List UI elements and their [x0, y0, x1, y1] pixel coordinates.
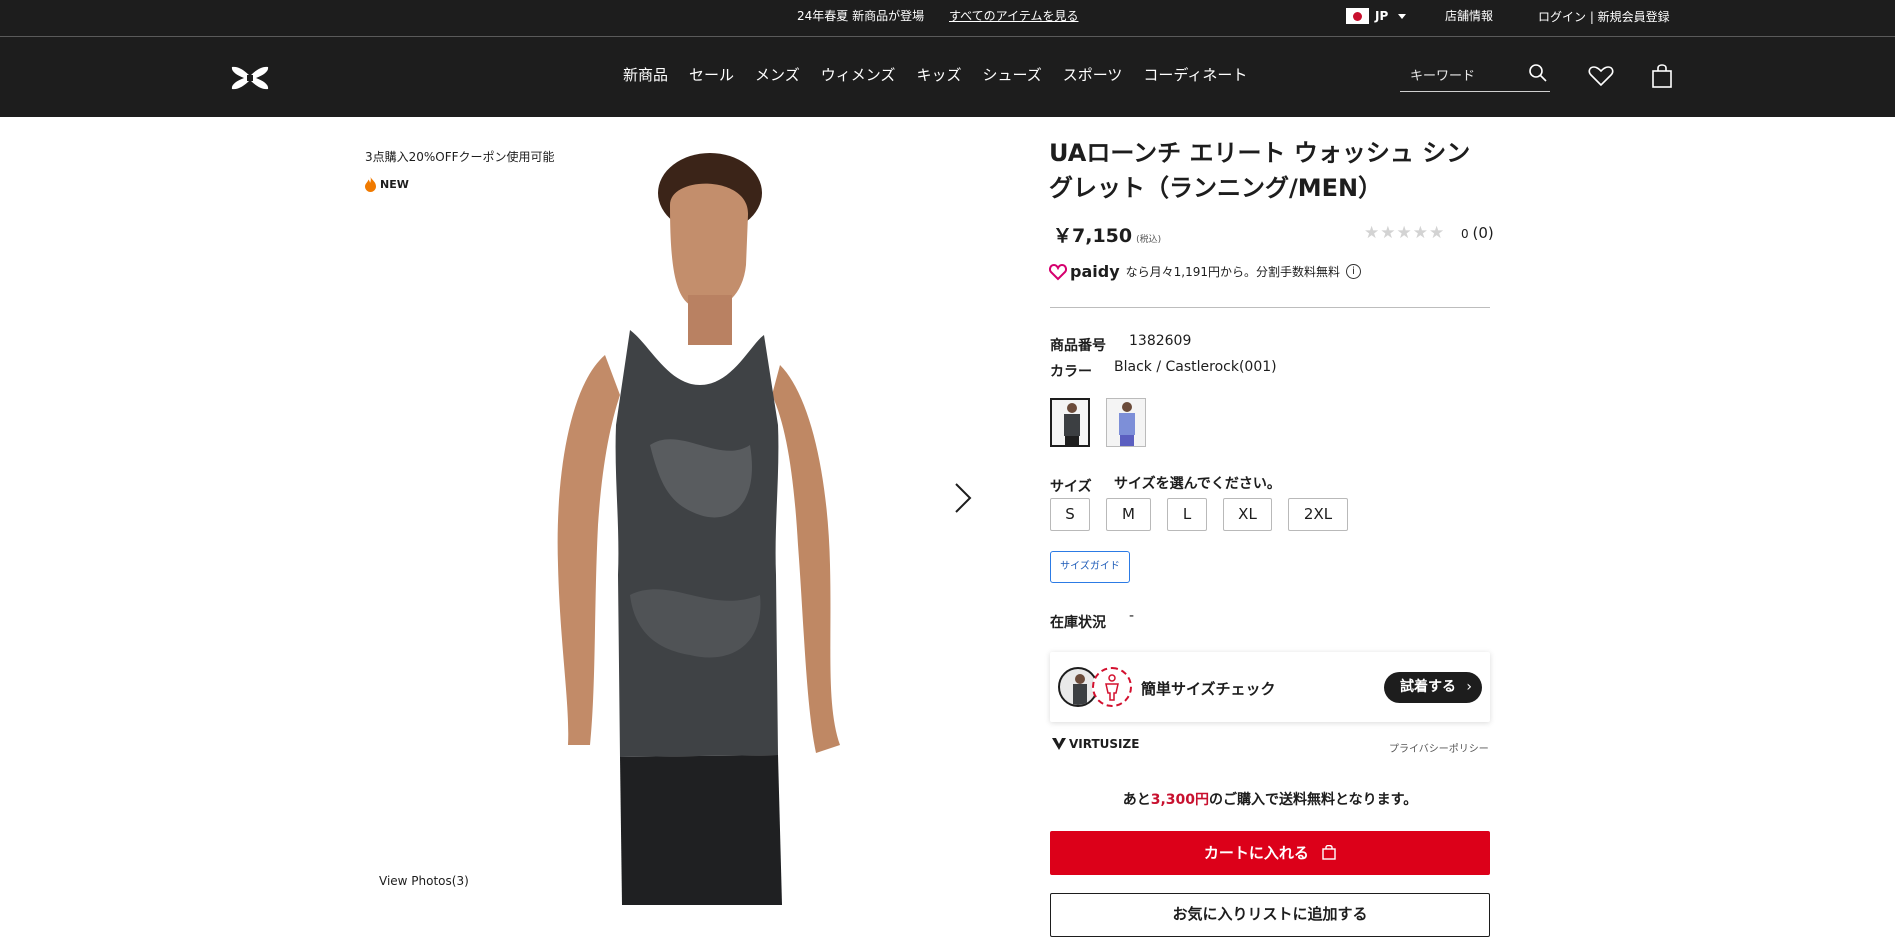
fit-avatar	[1092, 667, 1132, 707]
japan-flag-icon	[1346, 8, 1369, 24]
virtusize-logo-icon	[1052, 738, 1066, 750]
virtusize-brand-name: VIRTUSIZE	[1069, 737, 1140, 751]
paidy-brand: paidy	[1070, 262, 1120, 281]
top-promo-bar: 24年春夏 新商品が登場 すべてのアイテムを見る JP 店舗情報 ログイン | …	[0, 0, 1895, 37]
virtusize-text: 簡単サイズチェック	[1141, 680, 1276, 698]
star-icon: ★	[1364, 223, 1380, 243]
free-shipping-notice: あと3,300円のご購入で送料無料となります。	[1050, 789, 1490, 809]
star-icon: ★	[1380, 223, 1396, 243]
chevron-down-icon	[1398, 13, 1407, 19]
add-to-cart-label: カートに入れる	[1203, 844, 1309, 862]
flame-icon	[365, 177, 376, 192]
wishlist-label: お気に入りリストに追加する	[1172, 905, 1368, 923]
freeship-suffix: のご購入で送料無料となります。	[1209, 792, 1418, 808]
swatch-thumbnail	[1064, 403, 1080, 445]
menu-item-womens[interactable]: ウィメンズ	[821, 64, 896, 85]
privacy-policy-link[interactable]: プライバシーポリシー	[1389, 740, 1489, 755]
color-label: カラー	[1050, 364, 1092, 380]
virtusize-widget: 簡単サイズチェック 試着する ›	[1050, 652, 1490, 722]
paidy-installment: paidy なら月々1,191円から。分割手数料無料 i	[1049, 262, 1361, 281]
size-option-s[interactable]: S	[1050, 498, 1090, 531]
search-bar	[1400, 59, 1550, 92]
size-option-2xl[interactable]: 2XL	[1288, 498, 1348, 531]
next-image-arrow-icon[interactable]	[954, 482, 972, 514]
color-swatch-black[interactable]	[1050, 398, 1090, 447]
chevron-right-icon: ›	[1466, 679, 1472, 695]
stock-value: -	[1129, 608, 1135, 624]
size-option-xl[interactable]: XL	[1223, 498, 1272, 531]
try-on-button[interactable]: 試着する ›	[1384, 672, 1482, 703]
rating-summary[interactable]: 0 (0)	[1461, 224, 1494, 242]
shopping-bag-icon[interactable]	[1651, 64, 1673, 88]
size-prompt: サイズを選んでください。	[1114, 476, 1281, 492]
paidy-logo: paidy	[1049, 262, 1120, 281]
info-icon[interactable]: i	[1345, 264, 1361, 279]
color-value: Black / Castlerock(001)	[1114, 359, 1277, 375]
star-icon: ★	[1412, 223, 1428, 243]
menu-item-kids[interactable]: キッズ	[916, 64, 961, 85]
body-outline-icon	[1105, 674, 1119, 701]
paidy-icon	[1049, 263, 1067, 280]
tax-label: (税込)	[1136, 235, 1162, 245]
product-title: UAローンチ エリート ウォッシュ シングレット（ランニング/MEN）	[1049, 139, 1471, 202]
search-input[interactable]	[1400, 65, 1520, 87]
new-badge-label: NEW	[380, 178, 409, 191]
freeship-amount: 3,300円	[1150, 792, 1210, 808]
view-photos-link[interactable]: View Photos(3)	[379, 874, 469, 888]
under-armour-logo[interactable]	[228, 65, 272, 91]
menu-item-coordinate[interactable]: コーディネート	[1143, 64, 1247, 85]
color-swatch-blue[interactable]	[1106, 398, 1146, 447]
paidy-text: なら月々1,191円から。分割手数料無料	[1125, 265, 1340, 279]
search-icon[interactable]	[1528, 63, 1548, 83]
main-navigation: 新商品 セール メンズ ウィメンズ キッズ シューズ スポーツ コーディネート	[0, 37, 1895, 117]
add-to-cart-button[interactable]: カートに入れる	[1050, 831, 1490, 875]
review-count: (0)	[1472, 224, 1494, 242]
stock-label: 在庫状況	[1050, 615, 1106, 631]
size-option-l[interactable]: L	[1167, 498, 1207, 531]
favorites-heart-icon[interactable]	[1588, 65, 1614, 87]
menu-item-sale[interactable]: セール	[689, 64, 734, 85]
size-guide-button[interactable]: サイズガイド	[1050, 551, 1130, 583]
promo-text: 24年春夏 新商品が登場	[797, 9, 925, 23]
try-on-label: 試着する	[1400, 679, 1456, 695]
star-icon: ★	[1429, 223, 1445, 243]
product-image[interactable]	[510, 145, 850, 905]
menu-item-shoes[interactable]: シューズ	[982, 64, 1041, 85]
swatch-thumbnail	[1119, 402, 1135, 446]
menu-item-sports[interactable]: スポーツ	[1063, 64, 1123, 85]
new-badge: NEW	[365, 177, 409, 192]
add-to-wishlist-button[interactable]: お気に入りリストに追加する	[1050, 893, 1490, 937]
freeship-prefix: あと	[1122, 792, 1151, 808]
store-info-link[interactable]: 店舗情報	[1445, 7, 1493, 24]
rating-stars[interactable]: ★ ★ ★ ★ ★	[1364, 224, 1444, 242]
size-label: サイズ	[1050, 479, 1092, 495]
star-icon: ★	[1396, 223, 1412, 243]
language-selector[interactable]: JP	[1346, 8, 1407, 24]
category-menu: 新商品 セール メンズ ウィメンズ キッズ シューズ スポーツ コーディネート	[623, 64, 1268, 85]
shopping-bag-icon	[1322, 844, 1336, 860]
menu-item-mens[interactable]: メンズ	[755, 64, 800, 85]
divider	[1050, 307, 1490, 308]
product-number-value: 1382609	[1129, 333, 1192, 349]
menu-item-new[interactable]: 新商品	[623, 64, 668, 85]
product-price: ￥7,150 (税込)	[1053, 221, 1161, 248]
all-items-link[interactable]: すべてのアイテムを見る	[949, 7, 1078, 24]
price-value: ￥7,150	[1053, 225, 1133, 247]
language-label: JP	[1375, 9, 1389, 23]
virtusize-brand: VIRTUSIZE	[1052, 737, 1139, 751]
rating-value: 0	[1461, 227, 1469, 241]
size-options: S M L XL 2XL	[1050, 498, 1364, 531]
size-option-m[interactable]: M	[1106, 498, 1151, 531]
login-register-link[interactable]: ログイン | 新規会員登録	[1538, 8, 1670, 25]
product-number-label: 商品番号	[1050, 338, 1106, 354]
